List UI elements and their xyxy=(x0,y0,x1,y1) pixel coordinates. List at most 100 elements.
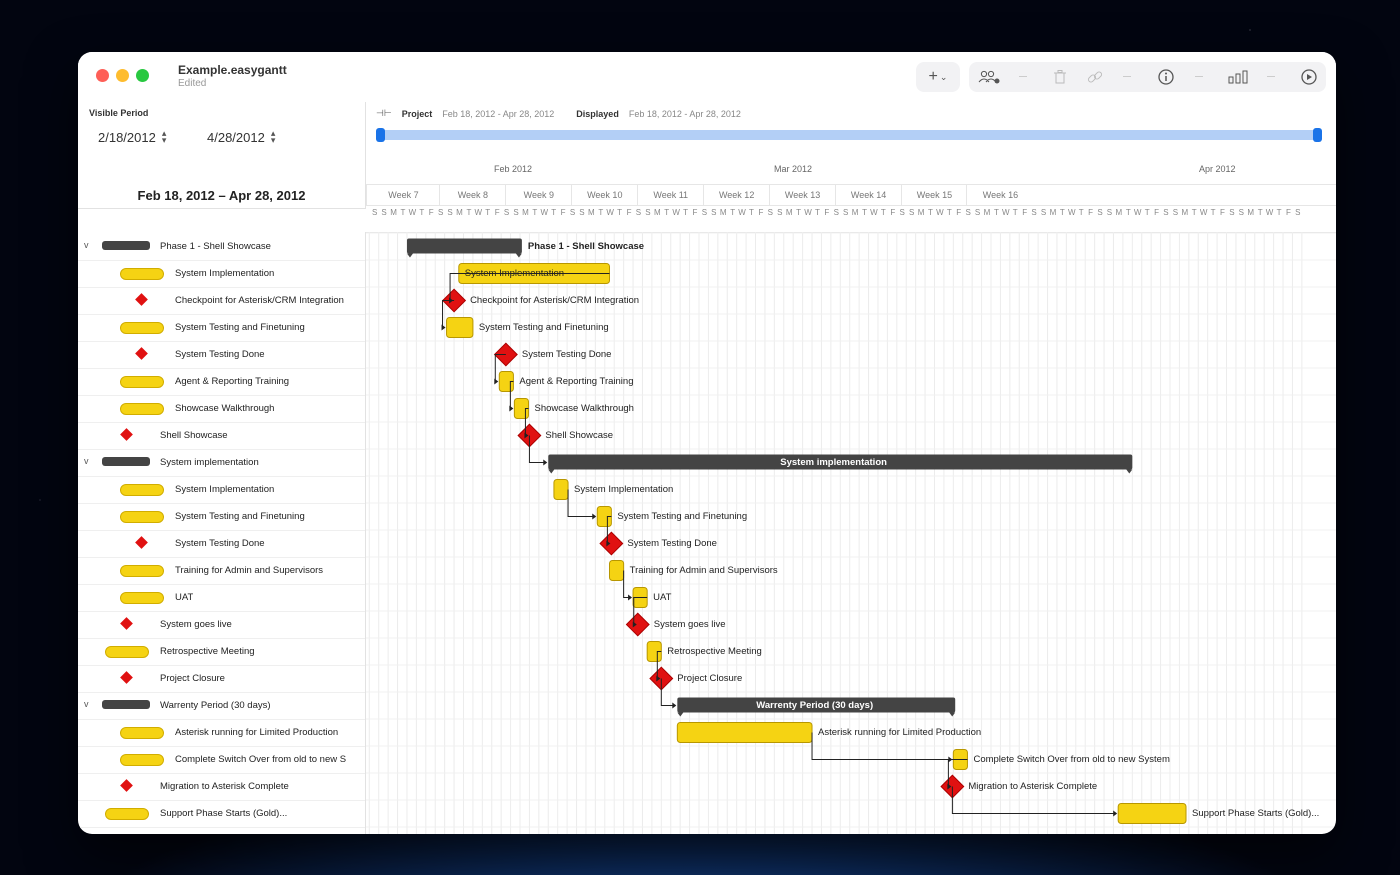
link-icon xyxy=(1087,71,1103,83)
task-row[interactable]: System goes live xyxy=(78,611,365,639)
task-name[interactable]: System goes live xyxy=(160,619,232,630)
range-slider[interactable] xyxy=(376,130,1322,140)
day-label: S xyxy=(437,208,444,217)
day-label: S xyxy=(569,208,576,217)
play-button[interactable] xyxy=(1294,62,1324,92)
chevron-down-icon[interactable]: v xyxy=(84,240,89,250)
week-label: Week 10 xyxy=(570,185,638,205)
week-label: Week 8 xyxy=(438,185,506,205)
task-name[interactable]: System Implementation xyxy=(175,268,274,279)
dependency-arrow xyxy=(494,378,499,385)
title-bar: Example.easygantt Edited + ⌄ xyxy=(78,52,1336,102)
task-row[interactable]: Shell Showcase xyxy=(78,422,365,450)
task-name[interactable]: Project Closure xyxy=(160,673,225,684)
day-label: S xyxy=(1238,208,1244,217)
task-row[interactable]: Showcase Walkthrough xyxy=(78,395,365,423)
stepper-icon[interactable]: ▴ ▾ xyxy=(162,129,167,145)
period-panel: Visible Period 2/18/2012 ▴ ▾ 4/28/2012 ▴ ▾… xyxy=(78,102,366,209)
start-date-field[interactable]: 2/18/2012 ▴ ▾ xyxy=(98,126,166,148)
task-name[interactable]: Phase 1 - Shell Showcase xyxy=(160,241,271,252)
task-name[interactable]: System Testing and Finetuning xyxy=(175,511,305,522)
task-name[interactable]: Shell Showcase xyxy=(160,430,228,441)
task-row[interactable]: System Testing and Finetuning xyxy=(78,503,365,531)
week-row: Week 7 Week 8 Week 9 Week 10 Week 11 Week 12 W… xyxy=(366,184,1336,206)
minimize-window-button[interactable] xyxy=(116,69,129,82)
chevron-down-icon[interactable]: v xyxy=(84,699,89,709)
day-row: SSMTWTFSSMTWTFSSMTWTFSSMTWTFSSMTWTFSSMTW… xyxy=(366,208,1336,222)
task-icon xyxy=(105,808,149,820)
task-row[interactable]: System Testing and Finetuning xyxy=(78,314,365,342)
task-name[interactable]: Complete Switch Over from old to new S xyxy=(175,754,346,765)
stepper-icon[interactable]: ▴ ▾ xyxy=(271,129,276,145)
day-label: M xyxy=(653,208,661,217)
task-name[interactable]: Agent & Reporting Training xyxy=(175,376,289,387)
task-row[interactable]: Complete Switch Over from old to new S xyxy=(78,746,365,774)
task-row[interactable]: Retrospective Meeting xyxy=(78,638,365,666)
day-label: M xyxy=(456,208,463,217)
assign-people-button[interactable] xyxy=(974,62,1004,92)
end-date-field[interactable]: 4/28/2012 ▴ ▾ xyxy=(207,126,275,148)
task-name[interactable]: Retrospective Meeting xyxy=(160,646,255,657)
task-row[interactable]: System Testing Done xyxy=(78,530,365,558)
chevron-down-icon[interactable]: v xyxy=(84,456,89,466)
day-label: W xyxy=(540,208,549,217)
day-label: W xyxy=(474,208,483,217)
task-name[interactable]: Checkpoint for Asterisk/CRM Integration xyxy=(175,295,344,306)
range-slider-end-handle[interactable] xyxy=(1313,128,1322,142)
milestone-diamond xyxy=(599,531,624,556)
info-icon xyxy=(1158,69,1174,85)
task-name[interactable]: Showcase Walkthrough xyxy=(175,403,274,414)
task-row[interactable]: UAT xyxy=(78,584,365,612)
day-label: S xyxy=(777,208,783,217)
day-label: S xyxy=(1097,208,1103,217)
task-row[interactable]: Asterisk running for Limited Production xyxy=(78,719,365,747)
task-row[interactable]: Checkpoint for Asterisk/CRM Integration xyxy=(78,287,365,315)
task-row[interactable]: System Implementation xyxy=(78,476,365,504)
close-window-button[interactable] xyxy=(96,69,109,82)
task-row[interactable]: Support Phase Starts (Gold)... xyxy=(78,800,365,828)
gantt-chart: Phase 1 - Shell Showcase System Implement… xyxy=(366,232,1336,834)
task-row[interactable]: v Warrenty Period (30 days) xyxy=(78,692,365,720)
day-label: S xyxy=(447,208,453,217)
task-name[interactable]: System Testing and Finetuning xyxy=(175,322,305,333)
bar-label: Migration to Asterisk Complete xyxy=(968,780,1098,792)
day-label: T xyxy=(617,208,623,217)
day-label: W xyxy=(804,208,812,217)
range-slider-start-handle[interactable] xyxy=(376,128,385,142)
day-label: W xyxy=(1199,208,1208,217)
task-row[interactable]: System Testing Done xyxy=(78,341,365,369)
task-row[interactable]: Migration to Asterisk Complete xyxy=(78,773,365,801)
task-bar xyxy=(609,560,625,581)
task-name[interactable]: UAT xyxy=(175,592,193,603)
zoom-window-button[interactable] xyxy=(136,69,149,82)
day-label: T xyxy=(400,208,406,217)
task-name[interactable]: Warrenty Period (30 days) xyxy=(160,700,271,711)
day-label: M xyxy=(719,208,727,217)
day-label: S xyxy=(1163,208,1169,217)
task-row[interactable]: Project Closure xyxy=(78,665,365,693)
task-name[interactable]: System Testing Done xyxy=(175,538,265,549)
task-name[interactable]: Migration to Asterisk Complete xyxy=(160,781,289,792)
task-row[interactable]: Agent & Reporting Training xyxy=(78,368,365,396)
day-label: T xyxy=(551,208,557,217)
task-row[interactable]: Training for Admin and Supervisors xyxy=(78,557,365,585)
chart-icon xyxy=(1228,70,1248,84)
task-row[interactable]: v System implementation xyxy=(78,449,365,477)
add-button[interactable]: + ⌄ xyxy=(918,62,958,92)
dependency-arrow xyxy=(628,594,633,601)
task-name[interactable]: Asterisk running for Limited Production xyxy=(175,727,338,738)
task-name[interactable]: System Implementation xyxy=(175,484,274,495)
task-row[interactable]: System Implementation xyxy=(78,260,365,288)
task-name[interactable]: Support Phase Starts (Gold)... xyxy=(160,808,287,819)
day-label: M xyxy=(1247,208,1255,217)
day-label: S xyxy=(513,208,519,217)
task-name[interactable]: System implementation xyxy=(160,457,259,468)
statistics-button[interactable] xyxy=(1223,62,1253,92)
day-label: T xyxy=(1059,208,1065,217)
task-name[interactable]: Training for Admin and Supervisors xyxy=(175,565,323,576)
link-button[interactable] xyxy=(1080,62,1110,92)
task-name[interactable]: System Testing Done xyxy=(175,349,265,360)
info-button[interactable] xyxy=(1151,62,1181,92)
task-row[interactable]: v Phase 1 - Shell Showcase xyxy=(78,233,365,261)
delete-button[interactable] xyxy=(1045,62,1075,92)
